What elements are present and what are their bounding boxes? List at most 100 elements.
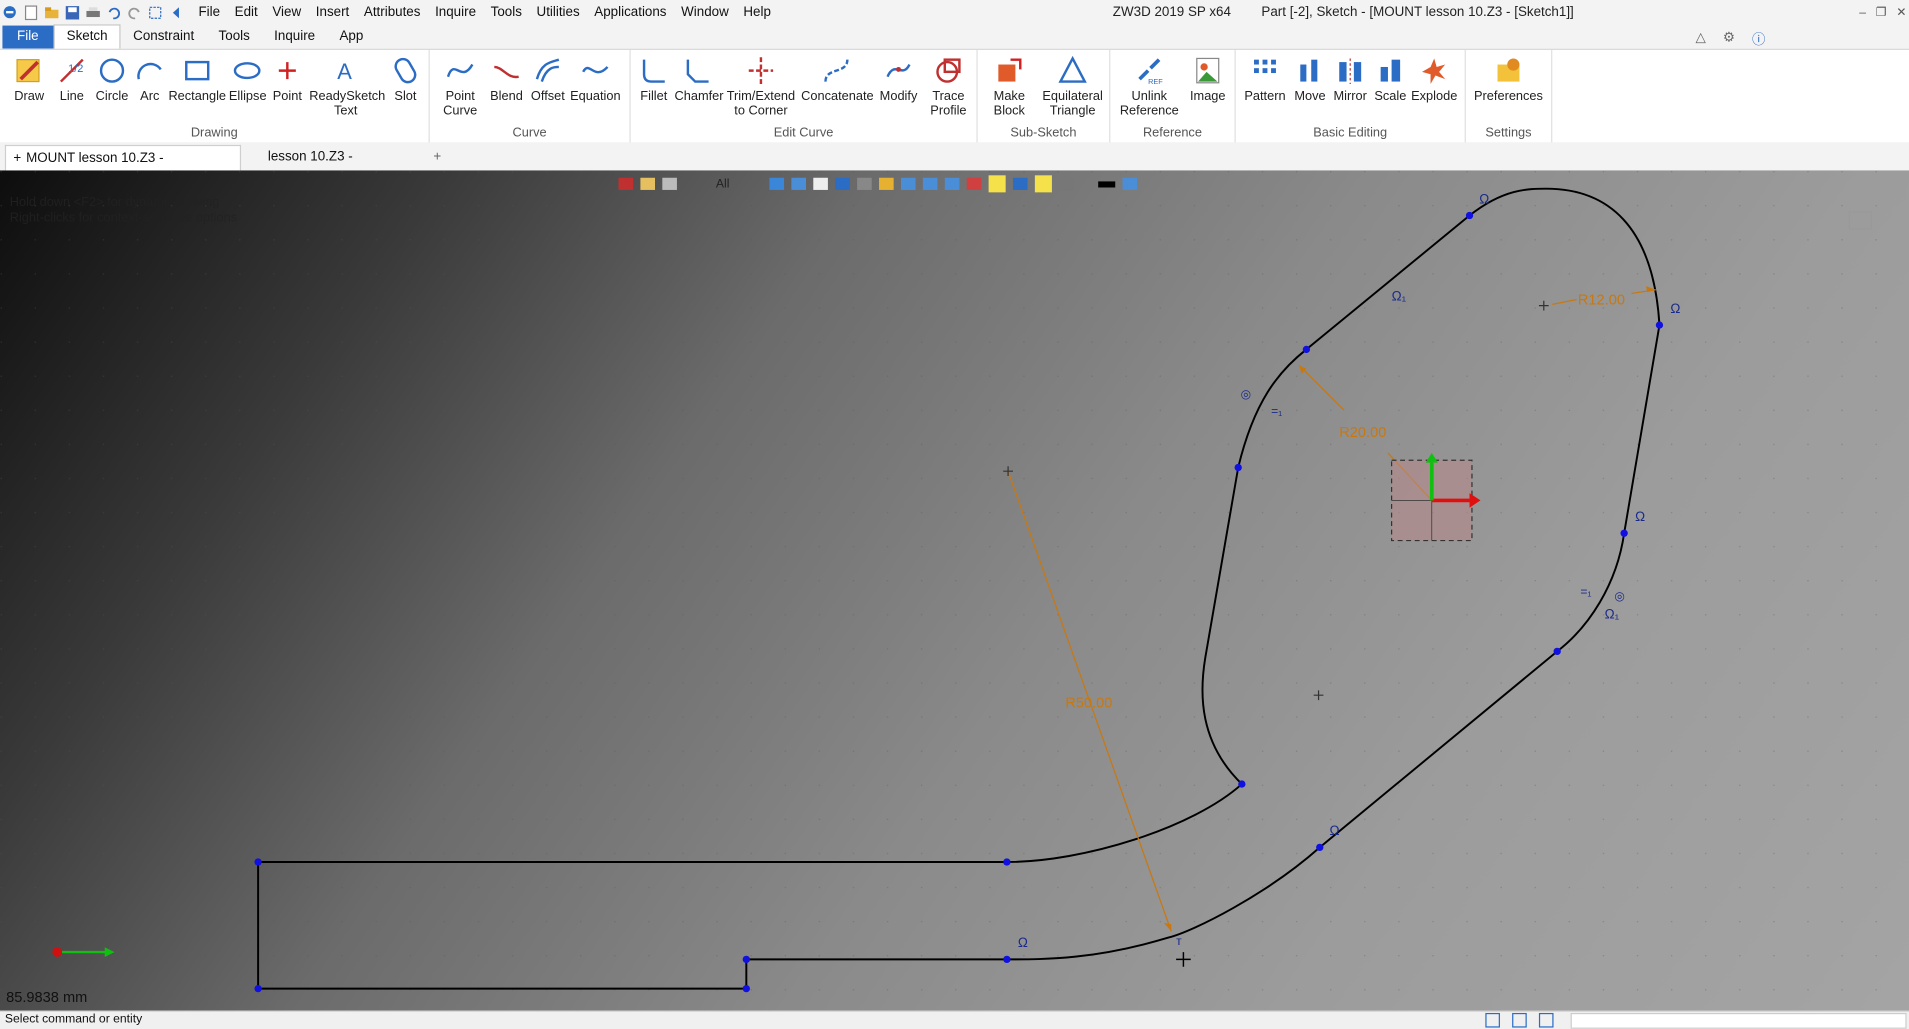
modify-button[interactable]: Modify xyxy=(877,55,921,104)
help-icon[interactable]: ⓘ xyxy=(1752,29,1765,48)
sketch-point[interactable] xyxy=(1003,955,1011,964)
point-curve-button[interactable]: Point Curve xyxy=(440,55,481,118)
modify-label: Modify xyxy=(879,88,918,104)
tab-file[interactable]: File xyxy=(2,25,54,49)
tangent-constraint-icon[interactable]: Ω₁ xyxy=(1392,289,1407,304)
tab-tools[interactable]: Tools xyxy=(206,26,262,49)
arc-button[interactable]: Arc xyxy=(134,55,166,103)
tab-sketch[interactable]: Sketch xyxy=(53,24,121,49)
tab-inquire[interactable]: Inquire xyxy=(262,26,327,49)
preferences-button[interactable]: Preferences xyxy=(1471,55,1546,103)
tangent-constraint-icon[interactable]: Ω xyxy=(1330,823,1340,838)
concentric-constraint-icon[interactable]: ◎ xyxy=(1614,589,1625,603)
tab-app[interactable]: App xyxy=(327,26,375,49)
command-input[interactable] xyxy=(1570,1012,1907,1029)
menu-tools[interactable]: Tools xyxy=(483,0,529,26)
new-file-icon[interactable] xyxy=(23,5,39,21)
equal-constraint-icon[interactable]: =₁ xyxy=(1580,584,1591,598)
menu-utilities[interactable]: Utilities xyxy=(529,0,587,26)
back-arrow-icon[interactable] xyxy=(168,5,184,21)
app-logo-icon[interactable] xyxy=(2,5,18,21)
line-button[interactable]: 1/2 Line xyxy=(54,55,91,103)
menu-applications[interactable]: Applications xyxy=(587,0,674,26)
menu-help[interactable]: Help xyxy=(736,0,778,26)
sketch-point[interactable] xyxy=(1620,529,1628,537)
trim-extend-button[interactable]: Trim/Extend to Corner xyxy=(726,55,797,118)
unlink-reference-button[interactable]: REF Unlink Reference xyxy=(1115,55,1183,118)
save-icon[interactable] xyxy=(65,5,81,21)
sketch-point[interactable] xyxy=(742,955,750,964)
sketch-point[interactable] xyxy=(254,984,262,993)
menu-edit[interactable]: Edit xyxy=(227,0,265,26)
fillet-button[interactable]: Fillet xyxy=(636,55,673,104)
doc-tab-part001[interactable]: lesson 10.Z3 - [Part001]✕ xyxy=(261,145,434,189)
tangent-constraint-icon[interactable]: Ω xyxy=(1018,935,1028,950)
make-block-button[interactable]: Make Block xyxy=(985,55,1034,118)
dimension-r50[interactable]: R50.00 xyxy=(1065,695,1112,711)
readysketch-text-button[interactable]: A ReadySketch Text xyxy=(309,55,385,118)
menu-window[interactable]: Window xyxy=(674,0,736,26)
dimension-r20[interactable]: R20.00 xyxy=(1339,425,1386,441)
point-button[interactable]: Point xyxy=(270,55,304,103)
blend-button[interactable]: Blend xyxy=(488,55,525,103)
mirror-button[interactable]: Mirror xyxy=(1331,55,1370,103)
collapse-ribbon-icon[interactable]: △ xyxy=(1696,29,1706,48)
minimize-icon[interactable]: – xyxy=(1859,0,1866,26)
equation-button[interactable]: Equation xyxy=(569,55,623,103)
pattern-button[interactable]: Pattern xyxy=(1243,55,1287,103)
selection-filter-icon[interactable] xyxy=(147,5,163,21)
equilateral-triangle-button[interactable]: Equilateral Triangle xyxy=(1039,55,1107,118)
close-icon[interactable]: ✕ xyxy=(1896,0,1906,26)
sketch-point[interactable] xyxy=(254,858,262,866)
dimension-r12[interactable]: R12.00 xyxy=(1578,292,1625,308)
fillet-label: Fillet xyxy=(640,88,668,104)
circle-button[interactable]: Circle xyxy=(93,55,132,103)
restore-icon[interactable]: ❐ xyxy=(1876,0,1887,26)
sketch-point[interactable] xyxy=(1655,321,1664,329)
sketch-point[interactable] xyxy=(1234,463,1242,472)
tangent-constraint-icon[interactable]: Ω xyxy=(1670,301,1680,316)
open-folder-icon[interactable] xyxy=(44,5,60,21)
concentric-constraint-icon[interactable]: ◎ xyxy=(1241,387,1252,401)
concatenate-button[interactable]: Concatenate xyxy=(801,55,874,103)
graphics-canvas[interactable]: Hold down <F2> for dynamic viewing Right… xyxy=(0,170,1909,1011)
draw-button[interactable]: Draw xyxy=(10,55,49,103)
layout-mode-icon[interactable] xyxy=(1512,1012,1527,1028)
undo-icon[interactable] xyxy=(106,5,122,21)
sketch-point[interactable] xyxy=(1553,647,1561,656)
sketch-point[interactable] xyxy=(1003,858,1011,866)
tangent-constraint-icon[interactable]: Ω₁ xyxy=(1605,606,1620,621)
menu-file[interactable]: File xyxy=(191,0,227,26)
settings-gear-icon[interactable]: ⚙ xyxy=(1723,29,1735,48)
equal-constraint-icon[interactable]: =₁ xyxy=(1271,404,1282,418)
image-button[interactable]: Image xyxy=(1188,55,1227,103)
menu-inquire[interactable]: Inquire xyxy=(428,0,484,26)
offset-button[interactable]: Offset xyxy=(530,55,567,103)
new-tab-button[interactable]: + xyxy=(426,145,448,169)
menu-view[interactable]: View xyxy=(265,0,308,26)
doc-tab-sketch1[interactable]: +MOUNT lesson 10.Z3 - [Sketch1]✕ xyxy=(4,144,242,190)
ellipse-button[interactable]: Ellipse xyxy=(229,55,267,103)
tangent-constraint-icon[interactable]: Ω xyxy=(1635,509,1645,524)
print-icon[interactable] xyxy=(85,5,101,21)
sketch-point[interactable] xyxy=(1316,843,1324,852)
scale-button[interactable]: Scale xyxy=(1372,55,1409,103)
grid-mode-icon[interactable] xyxy=(1538,1012,1554,1028)
tab-constraint[interactable]: Constraint xyxy=(121,26,206,49)
trace-profile-button[interactable]: Trace Profile xyxy=(925,55,971,118)
sketch-point[interactable] xyxy=(1238,780,1246,788)
tangent-constraint-icon[interactable]: Ω xyxy=(1479,191,1489,206)
chamfer-button[interactable]: Chamfer xyxy=(674,55,724,103)
explode-button[interactable]: Explode xyxy=(1411,55,1457,103)
sketch-point[interactable] xyxy=(1302,345,1311,354)
menu-attributes[interactable]: Attributes xyxy=(357,0,428,26)
move-button[interactable]: Move xyxy=(1292,55,1329,103)
rectangle-button[interactable]: Rectangle xyxy=(168,55,226,103)
redo-icon[interactable] xyxy=(127,5,143,21)
slot-button[interactable]: Slot xyxy=(387,55,424,103)
view-mode-icon[interactable] xyxy=(1485,1012,1500,1028)
tangent-constraint-icon[interactable]: ᴛ xyxy=(1176,934,1182,948)
sketch-point[interactable] xyxy=(1465,211,1474,220)
menu-insert[interactable]: Insert xyxy=(308,0,356,26)
sketch-point[interactable] xyxy=(742,984,750,993)
